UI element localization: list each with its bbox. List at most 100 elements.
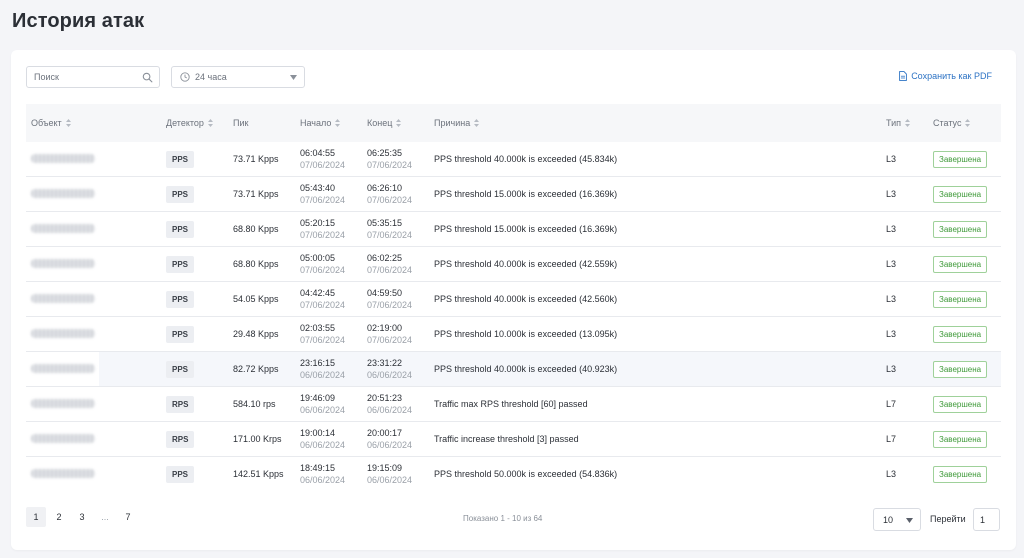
object-name-redacted: [31, 294, 95, 303]
peak-value: 584.10 rps: [233, 399, 276, 409]
detector-badge: PPS: [166, 291, 195, 308]
sort-icon: [905, 119, 911, 127]
table-row[interactable]: PPS 68.80 Kpps 05:00:05 07/06/2024 06:02:…: [26, 247, 1001, 282]
detector-badge: PPS: [166, 221, 195, 238]
page-7-button[interactable]: 7: [118, 507, 138, 527]
column-status[interactable]: Статус: [933, 104, 971, 142]
object-name-redacted: [31, 189, 95, 198]
column-object[interactable]: Объект: [31, 104, 71, 142]
reason-text: PPS threshold 40.000k is exceeded (40.92…: [434, 364, 618, 374]
table-row[interactable]: PPS 142.51 Kpps 18:49:15 06/06/2024 19:15…: [26, 457, 1001, 492]
table-row[interactable]: PPS 68.80 Kpps 05:20:15 07/06/2024 05:35:…: [26, 212, 1001, 247]
page-title: История атак: [12, 10, 145, 32]
end-cell: 05:35:15 07/06/2024: [367, 218, 413, 240]
status-badge: Завершена: [933, 186, 988, 203]
page-2-button[interactable]: 2: [49, 507, 69, 527]
object-name-redacted: [31, 399, 95, 408]
status-badge: Завершена: [933, 396, 988, 413]
table-row[interactable]: PPS 29.48 Kpps 02:03:55 07/06/2024 02:19:…: [26, 317, 1001, 352]
status-badge: Завершена: [933, 361, 988, 378]
object-name-redacted: [31, 364, 95, 373]
peak-value: 171.00 Krps: [233, 434, 282, 444]
column-reason[interactable]: Причина: [434, 104, 480, 142]
goto-page-input[interactable]: [973, 508, 1000, 531]
type-value: L3: [886, 224, 897, 234]
column-detector[interactable]: Детектор: [166, 104, 213, 142]
table-header: Объект Детектор Пик Начало Конец Причина…: [26, 104, 1001, 142]
type-value: L3: [886, 154, 897, 164]
reason-text: PPS threshold 50.000k is exceeded (54.83…: [434, 469, 618, 479]
reason-text: PPS threshold 40.000k is exceeded (45.83…: [434, 154, 618, 164]
page-3-button[interactable]: 3: [72, 507, 92, 527]
start-cell: 19:46:09 06/06/2024: [300, 393, 346, 415]
start-cell: 04:42:45 07/06/2024: [300, 288, 346, 310]
reason-text: PPS threshold 10.000k is exceeded (13.09…: [434, 329, 618, 339]
type-value: L7: [886, 434, 897, 444]
sort-icon: [965, 119, 971, 127]
table-row[interactable]: PPS 54.05 Kpps 04:42:45 07/06/2024 04:59:…: [26, 282, 1001, 317]
period-value: 24 часа: [195, 72, 227, 82]
column-start[interactable]: Начало: [300, 104, 341, 142]
object-name-redacted: [31, 329, 95, 338]
reason-text: Traffic max RPS threshold [60] passed: [434, 399, 588, 409]
column-peak: Пик: [233, 118, 249, 128]
sort-icon: [207, 119, 213, 127]
start-cell: 06:04:55 07/06/2024: [300, 148, 346, 170]
status-badge: Завершена: [933, 326, 988, 343]
save-pdf-button[interactable]: Сохранить как PDF: [899, 71, 992, 81]
object-name-redacted: [31, 154, 95, 163]
column-type[interactable]: Тип: [886, 104, 911, 142]
table-row[interactable]: PPS 73.71 Kpps 05:43:40 07/06/2024 06:26:…: [26, 177, 1001, 212]
status-badge: Завершена: [933, 466, 988, 483]
peak-value: 68.80 Kpps: [233, 259, 279, 269]
status-badge: Завершена: [933, 256, 988, 273]
type-value: L7: [886, 399, 897, 409]
type-value: L3: [886, 469, 897, 479]
clock-icon: [180, 72, 190, 82]
end-cell: 06:02:25 07/06/2024: [367, 253, 413, 275]
pagination: 1 2 3 ... 7: [26, 507, 141, 527]
peak-value: 73.71 Kpps: [233, 189, 279, 199]
detector-badge: PPS: [166, 151, 195, 168]
start-cell: 18:49:15 06/06/2024: [300, 463, 346, 485]
sort-icon: [474, 119, 480, 127]
start-cell: 23:16:15 06/06/2024: [300, 358, 346, 380]
reason-text: Traffic increase threshold [3] passed: [434, 434, 579, 444]
start-cell: 05:20:15 07/06/2024: [300, 218, 346, 240]
reason-text: PPS threshold 40.000k is exceeded (42.56…: [434, 294, 618, 304]
page-ellipsis: ...: [101, 512, 109, 522]
start-cell: 05:00:05 07/06/2024: [300, 253, 346, 275]
period-select[interactable]: 24 часа: [171, 66, 305, 88]
search-box[interactable]: [26, 66, 160, 88]
search-input[interactable]: [27, 67, 137, 87]
type-value: L3: [886, 364, 897, 374]
end-cell: 20:51:23 06/06/2024: [367, 393, 413, 415]
peak-value: 68.80 Kpps: [233, 224, 279, 234]
start-cell: 02:03:55 07/06/2024: [300, 323, 346, 345]
chevron-down-icon: [290, 75, 297, 80]
object-name-redacted: [31, 469, 95, 478]
table-row[interactable]: RPS 171.00 Krps 19:00:14 06/06/2024 20:00…: [26, 422, 1001, 457]
sort-icon: [335, 119, 341, 127]
reason-text: PPS threshold 15.000k is exceeded (16.36…: [434, 224, 618, 234]
table-row[interactable]: RPS 584.10 rps 19:46:09 06/06/2024 20:51:…: [26, 387, 1001, 422]
goto-label: Перейти: [930, 514, 966, 524]
page-size-select[interactable]: 10: [873, 508, 921, 531]
object-name-redacted: [31, 434, 95, 443]
end-cell: 04:59:50 07/06/2024: [367, 288, 413, 310]
peak-value: 54.05 Kpps: [233, 294, 279, 304]
detector-badge: PPS: [166, 326, 195, 343]
end-cell: 19:15:09 06/06/2024: [367, 463, 413, 485]
detector-badge: PPS: [166, 466, 195, 483]
end-cell: 06:25:35 07/06/2024: [367, 148, 413, 170]
peak-value: 142.51 Kpps: [233, 469, 284, 479]
table-row-hovered[interactable]: PPS 82.72 Kpps 23:16:15 06/06/2024 23:31:…: [26, 352, 1001, 387]
table-row[interactable]: PPS 73.71 Kpps 06:04:55 07/06/2024 06:25:…: [26, 142, 1001, 177]
column-end[interactable]: Конец: [367, 104, 402, 142]
chevron-down-icon: [906, 518, 913, 523]
start-cell: 05:43:40 07/06/2024: [300, 183, 346, 205]
attack-history-card: 24 часа Сохранить как PDF Объект Детекто…: [11, 50, 1016, 550]
peak-value: 82.72 Kpps: [233, 364, 279, 374]
type-value: L3: [886, 189, 897, 199]
page-1-button[interactable]: 1: [26, 507, 46, 527]
